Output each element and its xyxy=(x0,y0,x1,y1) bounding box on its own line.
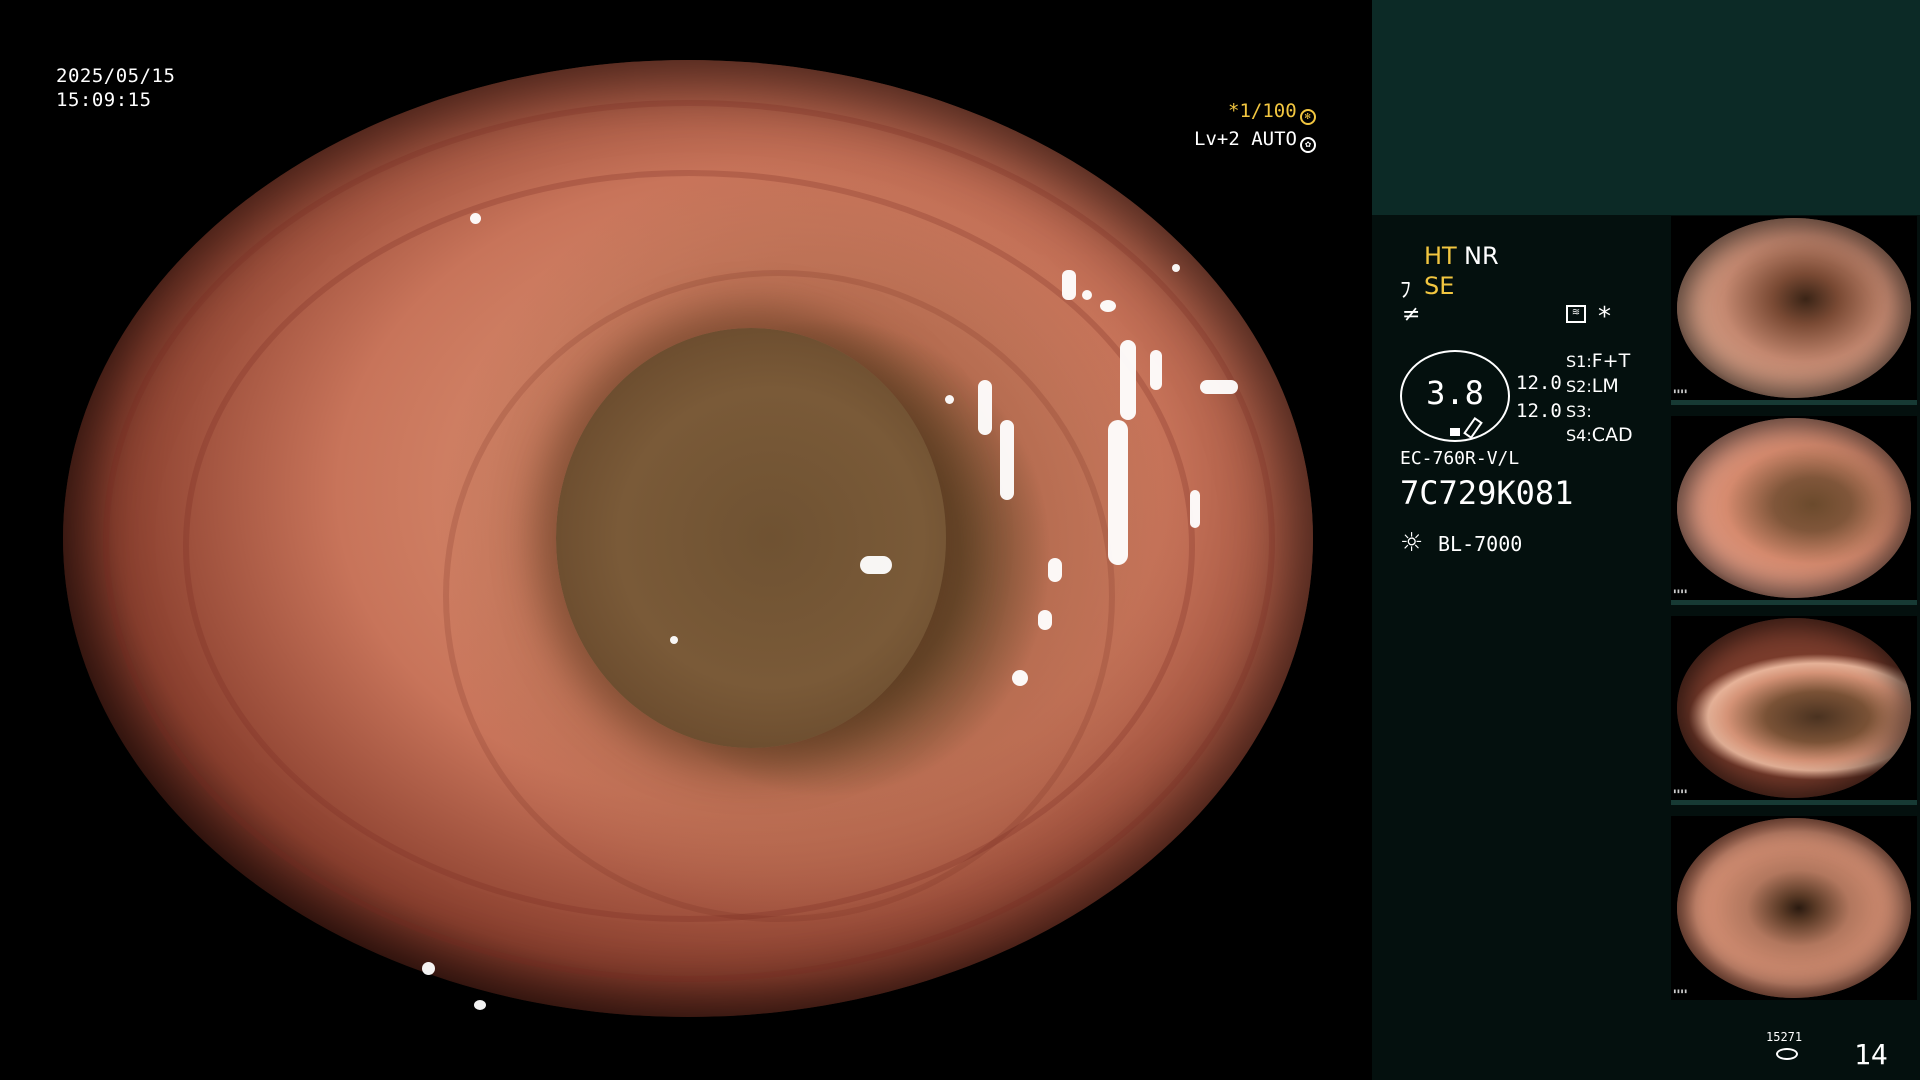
thumbnail-3[interactable]: ▮▮▮▮ xyxy=(1671,616,1917,800)
aperture-icon: ✻ xyxy=(1299,109,1316,125)
date-time: 2025/05/15 15:09:15 xyxy=(56,64,175,112)
light-reflection xyxy=(860,556,892,574)
gauge-value: 3.8 xyxy=(1426,374,1484,412)
lumen xyxy=(556,328,946,748)
light-reflection xyxy=(1172,264,1180,272)
panel-header xyxy=(1372,0,1920,215)
light-reflection xyxy=(1012,670,1028,686)
value-b: 12.0 xyxy=(1516,400,1562,422)
level-readout: Lv+2 AUTO ✿ xyxy=(1194,128,1316,153)
thumbnail-caption: ▮▮▮▮ xyxy=(1673,388,1688,395)
s2-label: S2: xyxy=(1566,377,1592,396)
light-reflection xyxy=(422,962,435,975)
thumbnail-2[interactable]: ▮▮▮▮ xyxy=(1671,416,1917,600)
endoscope-view: 2025/05/15 15:09:15 *1/100 ✻ Lv+2 AUTO ✿ xyxy=(0,0,1372,1080)
counter-top: 15271 xyxy=(1766,1030,1803,1044)
disk-icon xyxy=(1776,1048,1798,1060)
ht-label: HT xyxy=(1424,242,1457,270)
thumbnail-4[interactable]: ▮▮▮▮ xyxy=(1671,816,1917,1000)
light-reflection xyxy=(1200,380,1238,394)
monitor-icon: ≋ xyxy=(1566,305,1586,323)
light-reflection xyxy=(1048,558,1062,582)
light-reflection xyxy=(1100,300,1116,312)
light-reflection xyxy=(1120,340,1136,420)
se-label: SE xyxy=(1424,272,1455,300)
time-label: 15:09:15 xyxy=(56,89,152,111)
s1-row: S1:F+T xyxy=(1566,350,1630,372)
thumbnail-1[interactable]: ▮▮▮▮ xyxy=(1671,216,1917,400)
nr-label: NR xyxy=(1464,242,1499,270)
shutter-label: *1/100 xyxy=(1228,100,1297,122)
light-reflection xyxy=(670,636,678,644)
thumbnail-divider xyxy=(1671,400,1917,405)
thumbnail-caption: ▮▮▮▮ xyxy=(1673,788,1688,795)
s3-label: S3: xyxy=(1566,402,1592,421)
light-reflection xyxy=(1150,350,1162,390)
s1-value: F+T xyxy=(1591,350,1631,372)
structure-enhance-icon: ﾌ xyxy=(1400,278,1412,303)
s4-row: S4:CAD xyxy=(1566,424,1633,446)
light-bulb-icon: ☼ xyxy=(1400,528,1424,558)
thumbnail-divider xyxy=(1671,600,1917,605)
value-a: 12.0 xyxy=(1516,372,1562,394)
light-reflection xyxy=(1190,490,1200,528)
light-reflection xyxy=(945,395,954,404)
level-label: Lv+2 AUTO xyxy=(1194,128,1297,150)
color-mode-icon: ≠ xyxy=(1402,302,1421,327)
image-counter: 14 xyxy=(1854,1038,1888,1071)
light-reflection xyxy=(978,380,992,435)
gauge-marker xyxy=(1450,428,1460,436)
light-reflection xyxy=(1000,420,1014,500)
light-reflection xyxy=(1038,610,1052,630)
shutter-readout: *1/100 ✻ xyxy=(1228,100,1372,125)
light-reflection xyxy=(1108,420,1128,565)
light-reflection xyxy=(474,1000,486,1010)
s2-value: LM xyxy=(1591,375,1619,397)
date-label: 2025/05/15 xyxy=(56,65,176,87)
scope-serial: 7C729K081 xyxy=(1400,474,1574,512)
asterisk-label: * xyxy=(1598,302,1611,332)
light-reflection xyxy=(470,213,481,224)
s4-label: S4: xyxy=(1566,426,1592,445)
light-reflection xyxy=(1082,290,1092,300)
s2-row: S2:LM xyxy=(1566,375,1619,397)
zoom-gauge: 3.8 xyxy=(1400,350,1510,442)
light-reflection xyxy=(1062,270,1076,300)
s3-row: S3: xyxy=(1566,400,1592,422)
gauge-needle xyxy=(1463,416,1483,440)
s4-value: CAD xyxy=(1591,424,1633,446)
thumbnail-caption: ▮▮▮▮ xyxy=(1673,988,1688,995)
light-source: BL-7000 xyxy=(1438,532,1523,556)
thumbnail-caption: ▮▮▮▮ xyxy=(1673,588,1688,595)
s1-label: S1: xyxy=(1566,352,1592,371)
iris-icon: ✿ xyxy=(1299,137,1316,153)
scope-model: EC-760R-V/L xyxy=(1400,448,1520,469)
thumbnail-divider xyxy=(1671,800,1917,805)
